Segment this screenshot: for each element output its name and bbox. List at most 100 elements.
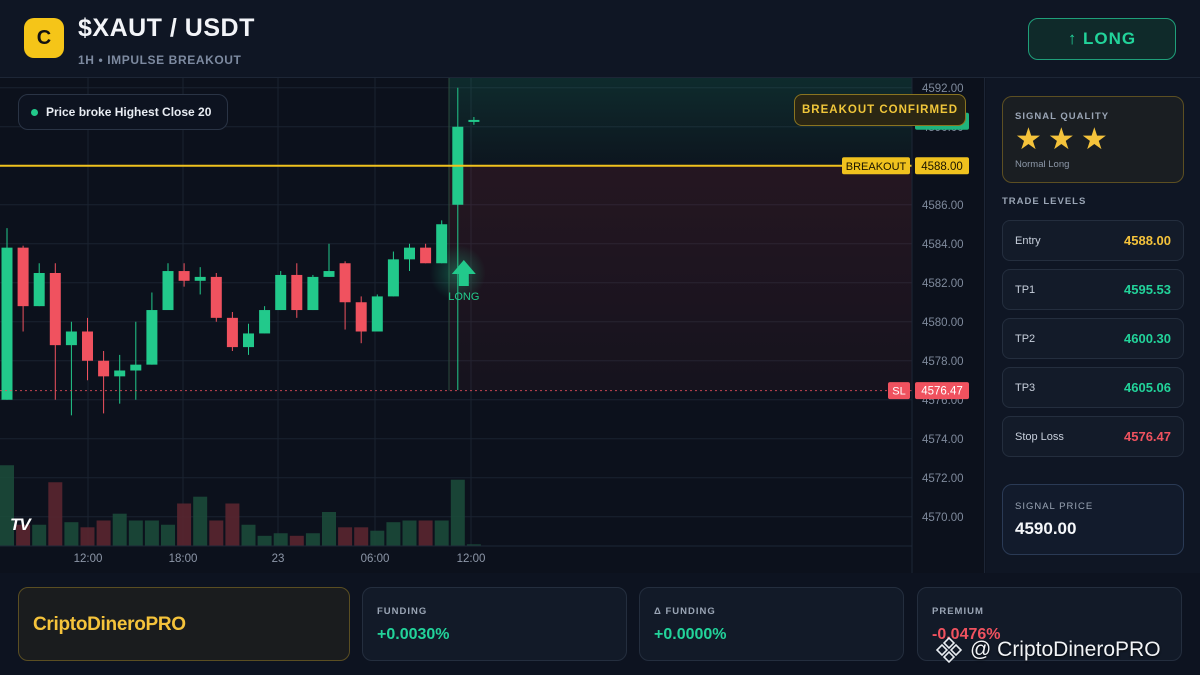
candle-body (323, 271, 335, 277)
volume-bar (209, 520, 224, 546)
level-label: Entry (1015, 234, 1041, 247)
stat-value: +0.0000% (654, 626, 727, 643)
level-tp2[interactable]: TP2 4600.30 (1002, 318, 1184, 359)
brand-name: CriptoDineroPRO (33, 614, 186, 635)
star-icon: ★ (1047, 123, 1075, 156)
funding-card: FUNDING +0.0030% (362, 587, 627, 661)
signal-price-title: SIGNAL PRICE (1015, 501, 1094, 512)
delta-funding-card: Δ FUNDING +0.0000% (639, 587, 904, 661)
signal-quality-title: SIGNAL QUALITY (1015, 111, 1110, 122)
volume-bar (225, 503, 240, 546)
candle-body (98, 360, 110, 377)
long-marker-label: LONG (448, 291, 479, 303)
signal-price-card: SIGNAL PRICE 4590.00 (1002, 484, 1184, 555)
y-tick-label: 4586.00 (922, 200, 964, 212)
candle-body (468, 119, 480, 122)
volume-bar (434, 520, 449, 546)
sl-price-tag: 4576.47 (921, 386, 963, 398)
level-tp3[interactable]: TP3 4605.06 (1002, 367, 1184, 408)
candle-body (371, 296, 383, 332)
brand-card: CriptoDineroPRO (18, 587, 350, 661)
binance-logo-icon (936, 637, 962, 663)
status-dot-icon (31, 108, 38, 116)
volume-bar (289, 535, 304, 546)
y-tick-label: 4580.00 (922, 317, 964, 329)
watermark-text: @ CriptoDineroPRO (970, 638, 1161, 661)
candle-body (226, 317, 238, 348)
volume-bar (338, 527, 353, 546)
y-tick-label: 4578.00 (922, 356, 964, 368)
x-tick-label: 12:00 (457, 553, 486, 565)
candle-body (291, 274, 303, 311)
volume-bar (241, 524, 256, 546)
level-value: 4605.06 (1124, 380, 1171, 395)
volume-bar (80, 527, 95, 546)
x-tick-label: 12:00 (74, 553, 103, 565)
y-tick-label: 4574.00 (922, 434, 964, 446)
volume-bar (193, 496, 208, 546)
volume-bar (48, 482, 63, 546)
candle-body (49, 273, 61, 346)
level-value: 4595.53 (1124, 282, 1171, 297)
level-value: 4576.47 (1124, 429, 1171, 444)
candle-body (114, 370, 126, 377)
stat-title: FUNDING (377, 606, 428, 617)
candle-body (436, 224, 448, 264)
volume-bar (418, 520, 433, 546)
volume-bar (32, 524, 47, 546)
candle-body (307, 276, 319, 311)
level-tp1[interactable]: TP1 4595.53 (1002, 269, 1184, 310)
level-stop-loss[interactable]: Stop Loss 4576.47 (1002, 416, 1184, 457)
candle-body (210, 276, 222, 318)
stat-value: +0.0030% (377, 626, 450, 643)
candle-body (17, 247, 29, 307)
volume-bar (177, 503, 192, 546)
volume-bar (64, 522, 79, 546)
price-chart[interactable]: LONG4592.004590.004588.004586.004584.004… (0, 78, 985, 573)
y-tick-label: 4572.00 (922, 473, 964, 485)
volume-bar (273, 533, 288, 546)
header: C $XAUT / USDT 1H • IMPULSE BREAKOUT ↑ L… (0, 0, 1200, 78)
volume-bar (402, 520, 417, 546)
star-icon: ★ (1015, 123, 1042, 156)
candlestick-chart[interactable]: LONG4592.004590.004588.004586.004584.004… (0, 78, 985, 573)
level-label: TP2 (1015, 332, 1036, 345)
risk-zone (449, 165, 912, 391)
candle-body (1, 247, 13, 400)
tradingview-logo-icon: TV (10, 515, 31, 535)
timeframe-subtitle: 1H • IMPULSE BREAKOUT (78, 53, 242, 67)
breakout-price-tag: 4588.00 (921, 161, 963, 173)
candle-body (243, 333, 254, 348)
volume-bar (305, 533, 320, 546)
candle-body (162, 271, 174, 311)
x-tick-label: 18:00 (169, 553, 198, 565)
volume-bar (161, 524, 175, 546)
y-tick-label: 4570.00 (922, 512, 964, 524)
breakout-label: BREAKOUT (846, 161, 907, 173)
candle-body (178, 271, 190, 281)
volume-bar (112, 513, 127, 546)
signal-panel: SIGNAL QUALITY ★ ★ ★ Normal Long TRADE L… (986, 78, 1200, 573)
volume-bar (257, 535, 272, 546)
volume-bar (386, 522, 401, 546)
x-tick-label: 06:00 (361, 553, 390, 565)
pair-title: $XAUT / USDT (78, 14, 255, 42)
candle-body (404, 247, 415, 260)
candle-body (146, 310, 158, 365)
y-tick-label: 4584.00 (922, 239, 964, 251)
long-button[interactable]: ↑ LONG (1028, 18, 1176, 60)
trade-levels-title: TRADE LEVELS (1002, 196, 1087, 207)
candle-body (65, 331, 77, 346)
breakout-confirmed-badge: BREAKOUT CONFIRMED (794, 94, 966, 126)
level-entry[interactable]: Entry 4588.00 (1002, 220, 1184, 261)
y-tick-label: 4582.00 (922, 278, 964, 290)
candle-body (259, 310, 271, 334)
volume-bar (128, 520, 143, 546)
y-tick-label: 4592.00 (922, 83, 964, 95)
volume-bar (144, 520, 159, 546)
watermark: @ CriptoDineroPRO (936, 636, 1161, 664)
candle-body (420, 247, 432, 264)
x-tick-label: 23 (272, 553, 285, 565)
level-value: 4600.30 (1124, 331, 1171, 346)
level-label: TP3 (1015, 381, 1036, 394)
